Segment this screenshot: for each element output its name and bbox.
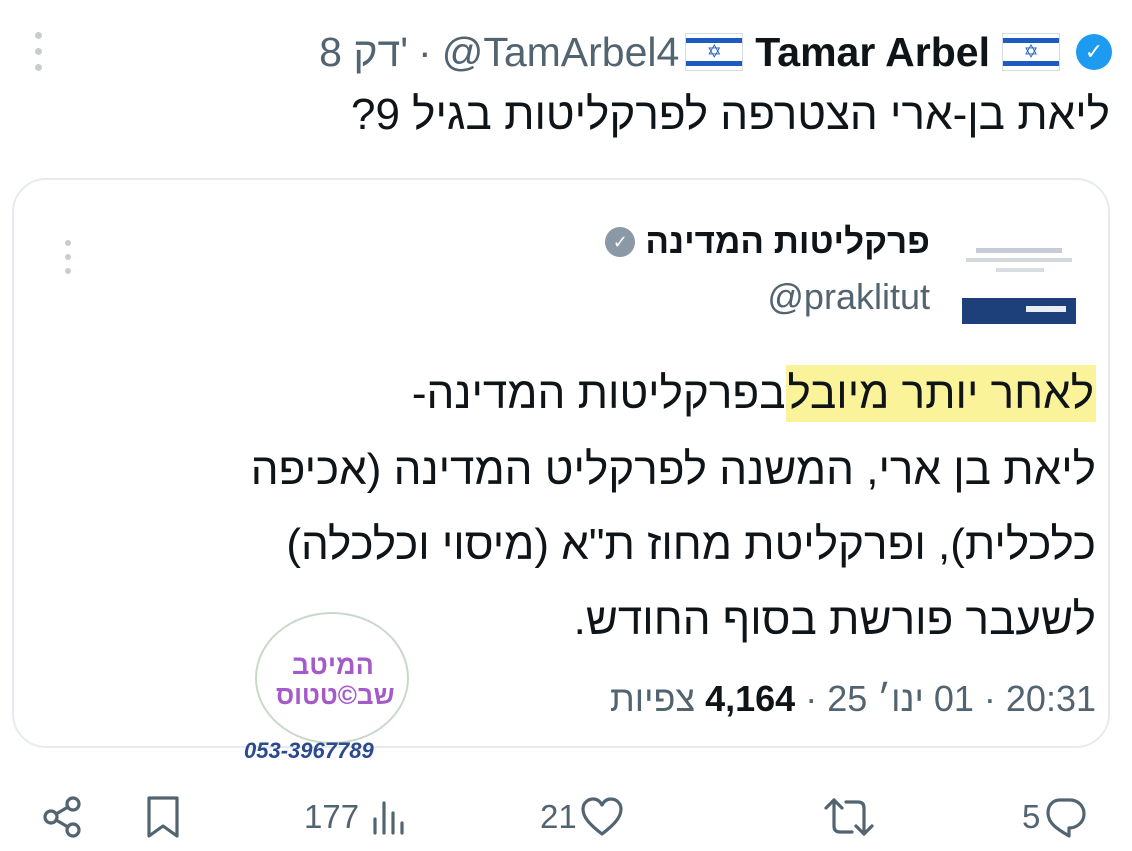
quote-body-line: לשעבר פורשת בסוף החודש. xyxy=(573,595,1096,644)
likes-count: 21 xyxy=(540,798,577,835)
tweet-text: ליאת בן-ארי הצטרפה לפרקליטות בגיל 9? xyxy=(350,90,1110,139)
bookmark-button[interactable] xyxy=(143,790,183,844)
retweet-button[interactable] xyxy=(820,790,878,844)
quote-views-count: 4,164 xyxy=(705,678,796,719)
like-button[interactable]: 21 xyxy=(540,790,625,844)
share-button[interactable] xyxy=(40,790,86,844)
praklitut-logo xyxy=(958,228,1080,328)
views-chart-icon xyxy=(373,801,404,835)
display-name[interactable]: Tamar Arbel xyxy=(755,29,990,76)
quote-body-line: לאחר יותר מיובלבפרקליטות המדינה- xyxy=(411,365,1096,422)
verified-badge-icon: ✓ xyxy=(1076,34,1112,70)
gov-verified-badge-icon: ✓ xyxy=(605,227,636,257)
quote-display-name[interactable]: פרקליטות המדינה ✓ xyxy=(605,222,930,262)
quote-handle[interactable]: @praklitut xyxy=(767,276,930,318)
meta-dot: · xyxy=(805,678,818,719)
bookmark-icon xyxy=(147,796,179,838)
quote-views-label: צפיות xyxy=(609,678,696,719)
retweet-icon xyxy=(824,798,874,836)
watermark-line: המיטב xyxy=(292,650,374,680)
share-icon xyxy=(43,796,81,838)
views-count: 177 xyxy=(304,798,360,835)
heart-icon xyxy=(581,797,623,836)
tweet-time: 8 דק' xyxy=(319,28,409,75)
quote-body-line: ליאת בן ארי, המשנה לפרקליט המדינה (אכיפה xyxy=(250,445,1096,494)
more-options-icon[interactable] xyxy=(28,32,48,82)
israel-flag-icon: ✡ xyxy=(1002,33,1060,71)
reply-bubble-icon xyxy=(1046,798,1086,838)
separator-dot: · xyxy=(418,28,432,75)
highlighted-text: לאחר יותר מיובל xyxy=(785,365,1096,422)
user-handle[interactable]: @TamArbel4 xyxy=(442,29,680,76)
watermark-phone: 053-3967789 xyxy=(244,738,374,763)
quote-date: 01 ינו׳ 25 xyxy=(827,678,974,719)
meta-dot: · xyxy=(983,678,996,719)
watermark-line: שב©טטוס xyxy=(276,680,395,710)
tweet-header: 8 דק' · @TamArbel4 ✡ Tamar Arbel ✡ ✓ xyxy=(319,22,1112,82)
reply-button[interactable]: 5 xyxy=(1022,790,1088,844)
quote-text-segment: בפרקליטות המדינה- xyxy=(411,369,786,418)
quote-time: 20:31 xyxy=(1005,678,1096,719)
quote-name-label: פרקליטות המדינה xyxy=(645,222,930,261)
views-button[interactable]: 177 xyxy=(304,790,411,844)
quote-more-options-icon[interactable] xyxy=(62,240,74,282)
quote-meta: 20:31 · 01 ינו׳ 25 · 4,164 צפיות xyxy=(610,678,1096,720)
quote-body-line: כלכלית), ופרקליטת מחוז ת"א (מיסוי וכלכלה… xyxy=(286,520,1096,569)
replies-count: 5 xyxy=(1022,798,1041,835)
israel-flag-icon: ✡ xyxy=(685,33,744,71)
